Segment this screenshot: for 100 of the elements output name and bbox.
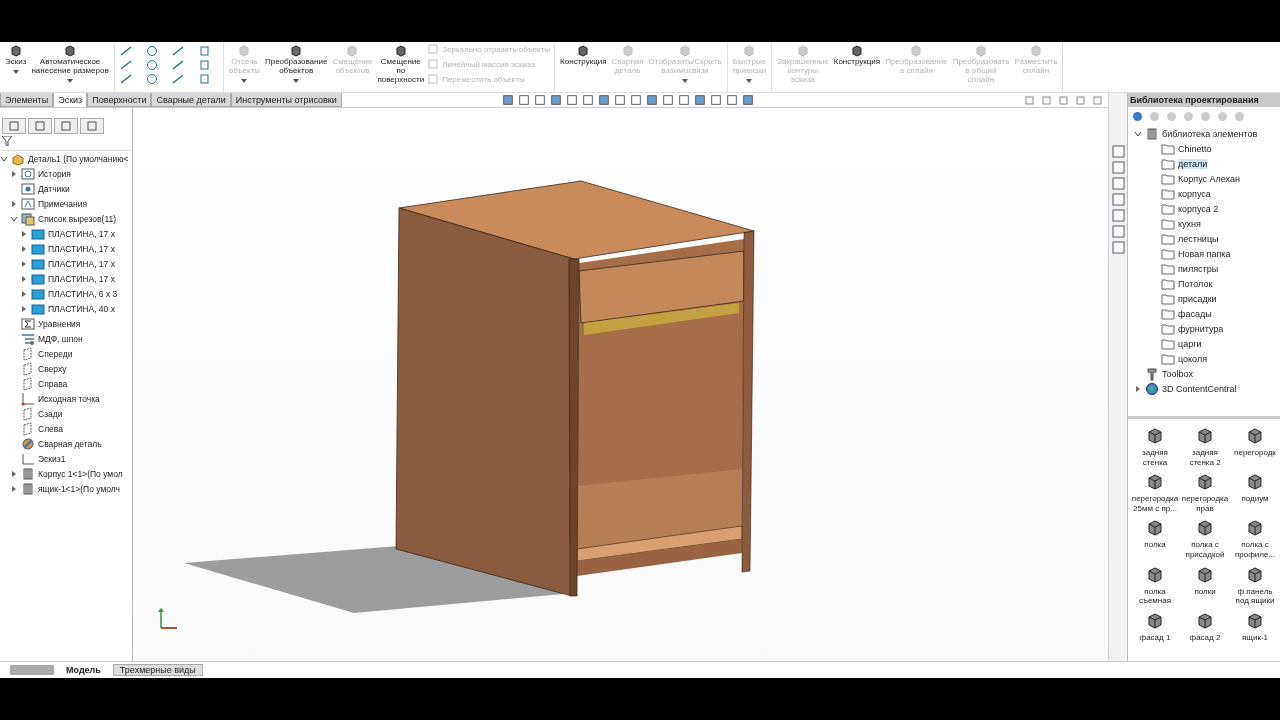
palette-item[interactable]: ящик-1 <box>1230 611 1280 643</box>
tree-item[interactable]: Корпус 1<1>(По умол <box>38 468 123 479</box>
view-tool-icon[interactable] <box>501 94 514 106</box>
tree-item[interactable]: Справа <box>38 378 68 389</box>
ribbon-button[interactable]: Смещение по поверхности <box>376 42 426 85</box>
palette-item[interactable]: полка с присадкой <box>1180 519 1230 560</box>
tree-item[interactable]: Список вырезов(11) <box>38 213 117 224</box>
tree-item[interactable]: Датчики <box>38 183 70 194</box>
command-tab[interactable]: Элементы <box>0 93 54 107</box>
sketch-tool-icon[interactable] <box>170 45 185 57</box>
ribbon-button[interactable]: Автоматическое нанесение размеров <box>30 42 110 83</box>
filter-icon[interactable] <box>2 136 12 146</box>
expand-arrow-icon[interactable] <box>20 304 28 313</box>
library-item[interactable]: пилястры <box>1178 263 1219 274</box>
palette-item[interactable]: ф.панель под ящики <box>1230 565 1280 606</box>
view-tool-icon[interactable] <box>549 94 562 106</box>
view-tool-icon[interactable] <box>725 94 738 106</box>
caret-icon[interactable] <box>12 69 19 74</box>
palette-item[interactable]: полка съемная <box>1130 565 1180 606</box>
expand-arrow-icon[interactable] <box>20 259 28 268</box>
tree-item[interactable]: ПЛАСТИНА, 17 x <box>48 243 115 254</box>
tree-item[interactable]: ПЛАСТИНА, 17 x <box>48 228 115 239</box>
ribbon-button[interactable]: Эскиз <box>4 42 28 74</box>
library-item[interactable]: корпуса 2 <box>1178 203 1219 214</box>
library-item[interactable]: присадки <box>1178 293 1217 304</box>
view-tool-icon[interactable] <box>645 94 658 106</box>
sketch-tool-icon[interactable] <box>144 45 159 57</box>
expand-arrow-icon[interactable] <box>1134 384 1142 393</box>
model-tab[interactable]: Трехмерные виды <box>112 664 203 676</box>
expand-arrow-icon[interactable] <box>10 484 18 493</box>
command-tab[interactable]: Поверхности <box>87 93 152 107</box>
palette-item[interactable]: перегородк <box>1230 427 1280 468</box>
expand-arrow-icon[interactable] <box>10 469 18 478</box>
tree-item[interactable]: ПЛАСТИНА, 17 x <box>48 273 115 284</box>
tree-item[interactable]: Слева <box>38 423 63 434</box>
library-item[interactable]: лестницы <box>1178 233 1219 244</box>
expand-arrow-icon[interactable] <box>20 229 28 238</box>
tree-item[interactable]: История <box>38 168 71 179</box>
tree-item[interactable]: ПЛАСТИНА, 40 x <box>48 303 115 314</box>
tree-item[interactable]: Деталь1 (По умолчанию< <box>28 153 129 164</box>
ribbon-button[interactable]: Конструкция <box>832 42 882 67</box>
sketch-tool-icon[interactable] <box>118 73 133 85</box>
expand-arrow-icon[interactable] <box>10 169 18 178</box>
palette-item[interactable]: фасад 2 <box>1180 611 1230 643</box>
expand-arrow-icon[interactable] <box>20 289 28 298</box>
palette-item[interactable]: полка с профиле... <box>1230 519 1280 560</box>
view-tool-icon[interactable] <box>613 94 626 106</box>
tree-item[interactable]: Сварная деталь <box>38 438 102 449</box>
view-tool-icon[interactable] <box>533 94 546 106</box>
expand-arrow-icon[interactable] <box>20 244 28 253</box>
library-item[interactable]: кухня <box>1178 218 1201 229</box>
tree-item[interactable]: Спереди <box>38 348 73 359</box>
sketch-tool-icon[interactable] <box>170 59 185 71</box>
sketch-tool-icon[interactable] <box>144 73 159 85</box>
palette-item[interactable]: перегородка 25мм с пр... <box>1130 473 1180 514</box>
command-tab[interactable]: Инструменты отрисовки <box>230 93 342 107</box>
view-tool-icon[interactable] <box>661 94 674 106</box>
tree-item[interactable]: Примечания <box>38 198 88 209</box>
view-tool-icon[interactable] <box>581 94 594 106</box>
library-item[interactable]: корпуса <box>1178 188 1211 199</box>
palette-item[interactable]: задняя стенка <box>1130 427 1180 468</box>
palette-item[interactable]: полка <box>1130 519 1180 560</box>
sketch-tool-icon[interactable] <box>118 59 133 71</box>
library-item[interactable]: фурнитура <box>1178 323 1224 334</box>
tree-item[interactable]: МДФ, шпон <box>38 333 83 344</box>
library-item[interactable]: Chinetto <box>1178 143 1212 154</box>
library-item[interactable]: царги <box>1178 338 1202 349</box>
library-item[interactable]: Новая папка <box>1178 248 1231 259</box>
library-item[interactable]: фасады <box>1178 308 1212 319</box>
tree-item[interactable]: Эскиз1 <box>38 453 66 464</box>
library-item[interactable]: Потолок <box>1178 278 1213 289</box>
view-tool-icon[interactable] <box>677 94 690 106</box>
library-item[interactable]: детали <box>1178 158 1208 169</box>
tree-item[interactable]: ПЛАСТИНА, 6 x 3 <box>48 288 118 299</box>
view-tool-icon[interactable] <box>693 94 706 106</box>
library-item[interactable]: 3D ContentCentral <box>1162 383 1237 394</box>
tree-item[interactable]: Уравнения <box>38 318 81 329</box>
palette-item[interactable]: полки <box>1180 565 1230 606</box>
palette-item[interactable]: фасад 1 <box>1130 611 1180 643</box>
expand-arrow-icon[interactable] <box>10 199 18 208</box>
command-tab[interactable]: Сварные детали <box>151 93 231 107</box>
tree-item[interactable]: ящик-1<1>(По умолч <box>38 483 121 494</box>
sketch-tool-icon[interactable] <box>144 59 159 71</box>
caret-icon[interactable] <box>293 78 300 83</box>
view-tool-icon[interactable] <box>517 94 530 106</box>
view-tool-icon[interactable] <box>629 94 642 106</box>
library-item[interactable]: библиотека элементов <box>1162 128 1258 139</box>
tree-item[interactable]: Исходная точка <box>38 393 100 404</box>
ribbon-button[interactable]: Конструкция <box>559 42 608 67</box>
expand-arrow-icon[interactable] <box>20 274 28 283</box>
caret-icon[interactable] <box>67 78 74 83</box>
ribbon-button[interactable]: Преобразование объектов <box>263 42 329 83</box>
sketch-tool-icon[interactable] <box>118 45 133 57</box>
library-item[interactable]: цоколя <box>1178 353 1208 364</box>
tree-item[interactable]: ПЛАСТИНА, 17 x <box>48 258 115 269</box>
view-tool-icon[interactable] <box>565 94 578 106</box>
tree-item[interactable]: Сзади <box>38 408 63 419</box>
sketch-tool-icon[interactable] <box>170 73 185 85</box>
view-tool-icon[interactable] <box>709 94 722 106</box>
tree-item[interactable]: Сверху <box>38 363 67 374</box>
